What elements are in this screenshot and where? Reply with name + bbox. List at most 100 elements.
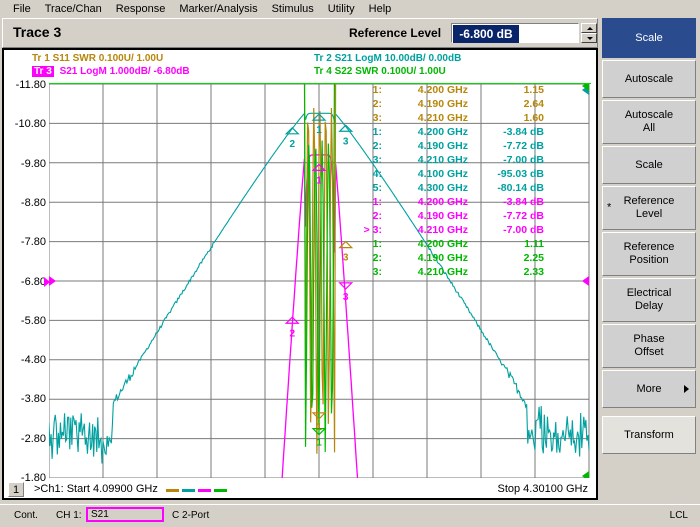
trace-id-4: Tr 4 [314, 66, 332, 77]
measurement-status[interactable]: S21 [86, 507, 164, 522]
softkey-label: Scale [635, 31, 663, 44]
menu-item-trace-chan[interactable]: Trace/Chan [38, 2, 109, 16]
softkey-autoscale-all[interactable]: Autoscale All [602, 100, 696, 144]
marker-row[interactable]: 1: 4.200 GHz -3.84 dB [352, 125, 544, 139]
marker-row[interactable]: 5: 4.300 GHz -80.14 dB [352, 181, 544, 195]
menu-item-file[interactable]: File [6, 2, 38, 16]
trace-settings-3: S21 LogM 1.000dB/ -6.80dB [56, 66, 190, 77]
softkey-label: More [636, 382, 662, 395]
spinner-down-icon[interactable] [581, 33, 597, 43]
marker-number: 2: [372, 252, 382, 264]
reference-level-input[interactable]: -6.800 dB [451, 23, 579, 43]
vna-application-window: File Trace/Chan Response Marker/Analysis Sti… [0, 0, 700, 527]
menu-item-marker-analysis[interactable]: Marker/Analysis [172, 2, 264, 16]
marker-row[interactable]: 2: 4.190 GHz -7.72 dB [352, 139, 544, 153]
marker-value: 2.33 [523, 266, 544, 278]
softkey-reference-level[interactable]: * Reference Level [602, 186, 696, 230]
softkey-menu: Scale Autoscale Autoscale All Scale * Referen… [600, 18, 698, 500]
marker-value: 1.11 [524, 238, 544, 250]
marker-row[interactable]: 3: 4.210 GHz 2.33 [352, 265, 544, 279]
marker-frequency: 4.190 GHz [417, 98, 468, 110]
trace-reference-bar: Trace 3 Reference Level -6.800 dB [2, 18, 598, 48]
marker-row[interactable]: 1: 4.200 GHz -3.84 dB [352, 195, 544, 209]
trace-legend-3[interactable]: Tr 3 S21 LogM 1.000dB/ -6.80dB [32, 66, 190, 77]
y-axis-tick-8: -9.80 [20, 157, 46, 170]
trace-id-1: Tr 1 [32, 53, 50, 64]
y-axis-tick-2: -3.80 [20, 393, 46, 406]
marker-row[interactable]: 1: 4.200 GHz 1.11 [352, 237, 544, 251]
graph-panel[interactable]: Tr 1 S11 SWR 0.100U/ 1.00U Tr 2 S21 LogM … [2, 48, 598, 500]
svg-text:3: 3 [343, 292, 349, 303]
marker-number: 4: [372, 168, 382, 180]
marker-value: -7.72 dB [503, 140, 544, 152]
softkey-scale[interactable]: Scale [602, 146, 696, 184]
marker-frequency: 4.200 GHz [417, 238, 468, 250]
marker-value: -7.00 dB [503, 224, 544, 236]
start-frequency-label[interactable]: >Ch1: Start 4.09900 GHz [34, 483, 158, 495]
marker-value: 1.60 [523, 112, 544, 124]
marker-number: 3: [372, 154, 382, 166]
marker-row[interactable]: > 3: 4.210 GHz -7.00 dB [352, 223, 544, 237]
stimulus-bar: 1 >Ch1: Start 4.09900 GHz Stop 4.30100 G… [6, 482, 594, 498]
y-axis-tick-7: -8.80 [20, 196, 46, 209]
reference-level-spinner[interactable] [581, 23, 597, 43]
marker-value: -7.72 dB [503, 210, 544, 222]
trace-id-3: Tr 3 [32, 66, 54, 77]
trace-color-swatch-2 [182, 489, 195, 492]
active-trace-label: Trace 3 [13, 24, 62, 40]
marker-row[interactable]: 4: 4.100 GHz -95.03 dB [352, 167, 544, 181]
spinner-up-icon[interactable] [581, 23, 597, 33]
svg-text:2: 2 [289, 328, 295, 339]
menu-item-response[interactable]: Response [109, 2, 173, 16]
y-axis-tick-6: -7.80 [20, 236, 46, 249]
marker-value: 1.15 [523, 84, 544, 96]
trace-legend-1[interactable]: Tr 1 S11 SWR 0.100U/ 1.00U [32, 53, 163, 64]
marker-value: -80.14 dB [497, 182, 544, 194]
menu-item-help[interactable]: Help [362, 2, 399, 16]
softkey-electrical-delay[interactable]: Electrical Delay [602, 278, 696, 322]
trace-id-2: Tr 2 [314, 53, 332, 64]
softkey-more[interactable]: More [602, 370, 696, 408]
svg-text:1: 1 [316, 422, 322, 433]
marker-frequency: 4.200 GHz [417, 84, 468, 96]
marker-row[interactable]: 3: 4.210 GHz -7.00 dB [352, 153, 544, 167]
marker-frequency: 4.190 GHz [417, 252, 468, 264]
softkey-title-scale[interactable]: Scale [602, 18, 696, 58]
channel-badge[interactable]: 1 [8, 482, 24, 497]
y-axis-tick-10: -11.80 [15, 79, 46, 91]
marker-value: 2.25 [523, 252, 544, 264]
softkey-phase-offset[interactable]: Phase Offset [602, 324, 696, 368]
trace-legend-4[interactable]: Tr 4 S22 SWR 0.100U/ 1.00U [314, 66, 446, 77]
sweep-mode-status: Cont. [14, 510, 38, 521]
softkey-label: Scale [635, 158, 663, 171]
softkey-autoscale[interactable]: Autoscale [602, 60, 696, 98]
softkey-label: Transform [624, 428, 674, 441]
reference-level-value: -6.800 dB [453, 25, 519, 43]
marker-row[interactable]: 2: 4.190 GHz 2.25 [352, 251, 544, 265]
trace-legend-2[interactable]: Tr 2 S21 LogM 10.00dB/ 0.00dB [314, 53, 461, 64]
marker-frequency: 4.210 GHz [417, 224, 468, 236]
softkey-reference-position[interactable]: Reference Position [602, 232, 696, 276]
status-bar: Cont. CH 1: S21 C 2-Port LCL [0, 504, 700, 527]
marker-number: 2: [372, 210, 382, 222]
marker-frequency: 4.210 GHz [417, 266, 468, 278]
trace-settings-4: S22 SWR 0.100U/ 1.00U [331, 66, 446, 77]
marker-row[interactable]: 2: 4.190 GHz -7.72 dB [352, 209, 544, 223]
svg-text:1: 1 [316, 175, 322, 186]
softkey-transform[interactable]: Transform [602, 416, 696, 454]
menu-item-utility[interactable]: Utility [321, 2, 362, 16]
softkey-label: Electrical Delay [626, 287, 672, 312]
menu-item-stimulus[interactable]: Stimulus [265, 2, 321, 16]
trace-settings-2: S21 LogM 10.00dB/ 0.00dB [331, 53, 462, 64]
marker-value: -3.84 dB [503, 126, 544, 138]
stop-frequency-label[interactable]: Stop 4.30100 GHz [497, 483, 588, 495]
channel-status: CH 1: [56, 510, 82, 521]
y-axis-tick-3: -4.80 [20, 354, 46, 367]
marker-frequency: 4.190 GHz [417, 210, 468, 222]
marker-row[interactable]: 1: 4.200 GHz 1.15 [352, 83, 544, 97]
marker-frequency: 4.210 GHz [417, 112, 468, 124]
y-axis-tick-5: -6.80 [20, 275, 46, 288]
menu-bar: File Trace/Chan Response Marker/Analysis Sti… [0, 0, 700, 17]
marker-row[interactable]: 3: 4.210 GHz 1.60 [352, 111, 544, 125]
marker-row[interactable]: 2: 4.190 GHz 2.64 [352, 97, 544, 111]
